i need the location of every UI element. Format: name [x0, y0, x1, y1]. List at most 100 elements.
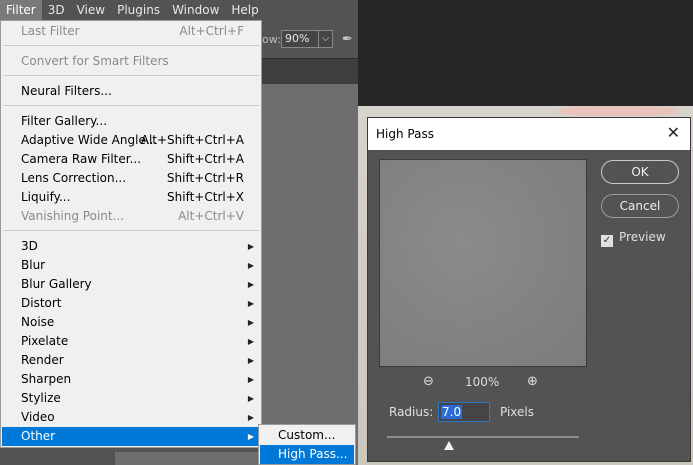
menu-item-shortcut: Alt+Shift+Ctrl+A [140, 133, 244, 147]
radius-slider-thumb[interactable] [444, 441, 454, 450]
menu-item-shortcut: Alt+Ctrl+F [179, 24, 244, 38]
menu-item-label: 3D [21, 239, 38, 253]
menu-item-distort[interactable]: Distort ▶ [2, 294, 260, 313]
menu-item-liquify[interactable]: Liquify... Shift+Ctrl+X [2, 188, 260, 207]
menu-item-label: High Pass... [278, 447, 348, 461]
radius-input[interactable]: 7.0 [438, 402, 490, 422]
menu-item-label: Blur [21, 258, 46, 272]
menu-item-label: Pixelate [21, 334, 69, 348]
menubar: Filter 3D View Plugins Window Help [0, 0, 358, 20]
submenu-arrow-icon: ▶ [247, 394, 254, 403]
canvas-gray-area [262, 84, 358, 465]
menu-plugins[interactable]: Plugins [111, 0, 166, 20]
submenu-arrow-icon: ▶ [247, 356, 254, 365]
menu-item-render[interactable]: Render ▶ [2, 351, 260, 370]
menu-item-label: Liquify... [21, 190, 71, 204]
menu-item-label: Video [21, 410, 55, 424]
options-bar: ow: 90% ⌵ ✒ [262, 20, 358, 58]
submenu-arrow-icon: ▶ [247, 261, 254, 270]
menu-item-label: Blur Gallery [21, 277, 92, 291]
menu-help[interactable]: Help [225, 0, 264, 20]
menu-item-label: Camera Raw Filter... [21, 152, 142, 166]
submenu-arrow-icon: ▶ [247, 413, 254, 422]
menu-item-convert-smart-filters[interactable]: Convert for Smart Filters [2, 52, 260, 71]
units-label: Pixels [500, 405, 535, 419]
menu-item-label: Last Filter [21, 24, 80, 38]
menu-item-label: Filter Gallery... [21, 114, 108, 128]
menu-item-camera-raw[interactable]: Camera Raw Filter... Shift+Ctrl+A [2, 150, 260, 169]
cancel-button[interactable]: Cancel [601, 194, 679, 218]
high-pass-dialog: High Pass ✕ ⊖ 100% ⊕ OK Cancel ✓ Preview … [367, 117, 691, 462]
menu-item-label: Stylize [21, 391, 61, 405]
submenu-arrow-icon: ▶ [247, 242, 254, 251]
dialog-titlebar[interactable]: High Pass ✕ [368, 118, 690, 150]
radius-slider-track[interactable] [387, 436, 579, 438]
menu-item-label: Lens Correction... [21, 171, 127, 185]
menu-item-last-filter[interactable]: Last Filter Alt+Ctrl+F [2, 22, 260, 41]
menu-item-label: Noise [21, 315, 55, 329]
menu-item-lens-correction[interactable]: Lens Correction... Shift+Ctrl+R [2, 169, 260, 188]
radius-value: 7.0 [441, 405, 463, 419]
document-area-dark [358, 0, 693, 106]
menu-item-label: Render [21, 353, 64, 367]
close-icon[interactable]: ✕ [667, 123, 680, 142]
zoom-level: 100% [465, 375, 500, 389]
flow-value: 90% [285, 32, 310, 45]
menu-item-label: Custom... [278, 428, 336, 442]
zoom-out-icon[interactable]: ⊖ [423, 374, 434, 389]
preview-label: Preview [619, 230, 666, 244]
menu-separator [3, 75, 259, 76]
menu-separator [3, 105, 259, 106]
menu-item-label: Sharpen [21, 372, 72, 386]
menu-view[interactable]: View [71, 0, 111, 20]
menu-item-noise[interactable]: Noise ▶ [2, 313, 260, 332]
menu-item-shortcut: Shift+Ctrl+A [167, 152, 244, 166]
menu-window[interactable]: Window [166, 0, 225, 20]
menu-item-sharpen[interactable]: Sharpen ▶ [2, 370, 260, 389]
menu-item-shortcut: Shift+Ctrl+R [166, 171, 244, 185]
preview-toggle[interactable]: ✓ Preview [601, 230, 666, 247]
photo-detail [558, 106, 678, 116]
submenu-item-custom[interactable]: Custom... [260, 426, 354, 445]
ok-button[interactable]: OK [601, 160, 679, 184]
airbrush-icon[interactable]: ✒ [342, 32, 353, 47]
filter-menu: Last Filter Alt+Ctrl+F Convert for Smart… [0, 20, 262, 448]
flow-label: ow: [262, 33, 281, 46]
preview-zoom-controls: ⊖ 100% ⊕ [379, 374, 587, 390]
menu-item-label: Vanishing Point... [21, 209, 125, 223]
checkbox-checked-icon[interactable]: ✓ [601, 235, 613, 247]
flow-select[interactable]: 90% ⌵ [281, 30, 333, 48]
menu-item-filter-gallery[interactable]: Filter Gallery... [2, 112, 260, 131]
menu-item-3d[interactable]: 3D ▶ [2, 237, 260, 256]
menu-3d[interactable]: 3D [42, 0, 71, 20]
menu-item-blur[interactable]: Blur ▶ [2, 256, 260, 275]
menu-item-stylize[interactable]: Stylize ▶ [2, 389, 260, 408]
filter-preview[interactable] [379, 159, 587, 367]
submenu-arrow-icon: ▶ [247, 280, 254, 289]
menu-item-label: Neural Filters... [21, 84, 112, 98]
chevron-down-icon: ⌵ [318, 31, 332, 47]
radius-label: Radius: [389, 405, 434, 419]
menu-item-blur-gallery[interactable]: Blur Gallery ▶ [2, 275, 260, 294]
submenu-item-high-pass[interactable]: High Pass... [260, 445, 354, 464]
menu-item-neural-filters[interactable]: Neural Filters... [2, 82, 260, 101]
dialog-title: High Pass [376, 127, 434, 141]
menu-item-label: Convert for Smart Filters [21, 54, 169, 68]
submenu-arrow-icon: ▶ [247, 375, 254, 384]
menu-item-shortcut: Alt+Ctrl+V [178, 209, 244, 223]
zoom-in-icon[interactable]: ⊕ [527, 374, 538, 389]
menu-item-label: Distort [21, 296, 62, 310]
submenu-arrow-icon: ▶ [247, 337, 254, 346]
menu-item-pixelate[interactable]: Pixelate ▶ [2, 332, 260, 351]
menu-item-video[interactable]: Video ▶ [2, 408, 260, 427]
other-submenu: Custom... High Pass... [258, 424, 356, 465]
menu-item-other[interactable]: Other ▶ [2, 427, 260, 446]
submenu-arrow-icon: ▶ [247, 432, 254, 441]
menu-item-vanishing-point[interactable]: Vanishing Point... Alt+Ctrl+V [2, 207, 260, 226]
menu-item-label: Adaptive Wide Angle... [21, 133, 158, 147]
menu-filter[interactable]: Filter [0, 0, 42, 20]
menu-item-label: Other [21, 429, 56, 443]
menu-item-adaptive-wide-angle[interactable]: Adaptive Wide Angle... Alt+Shift+Ctrl+A [2, 131, 260, 150]
submenu-arrow-icon: ▶ [247, 299, 254, 308]
menu-separator [3, 230, 259, 231]
